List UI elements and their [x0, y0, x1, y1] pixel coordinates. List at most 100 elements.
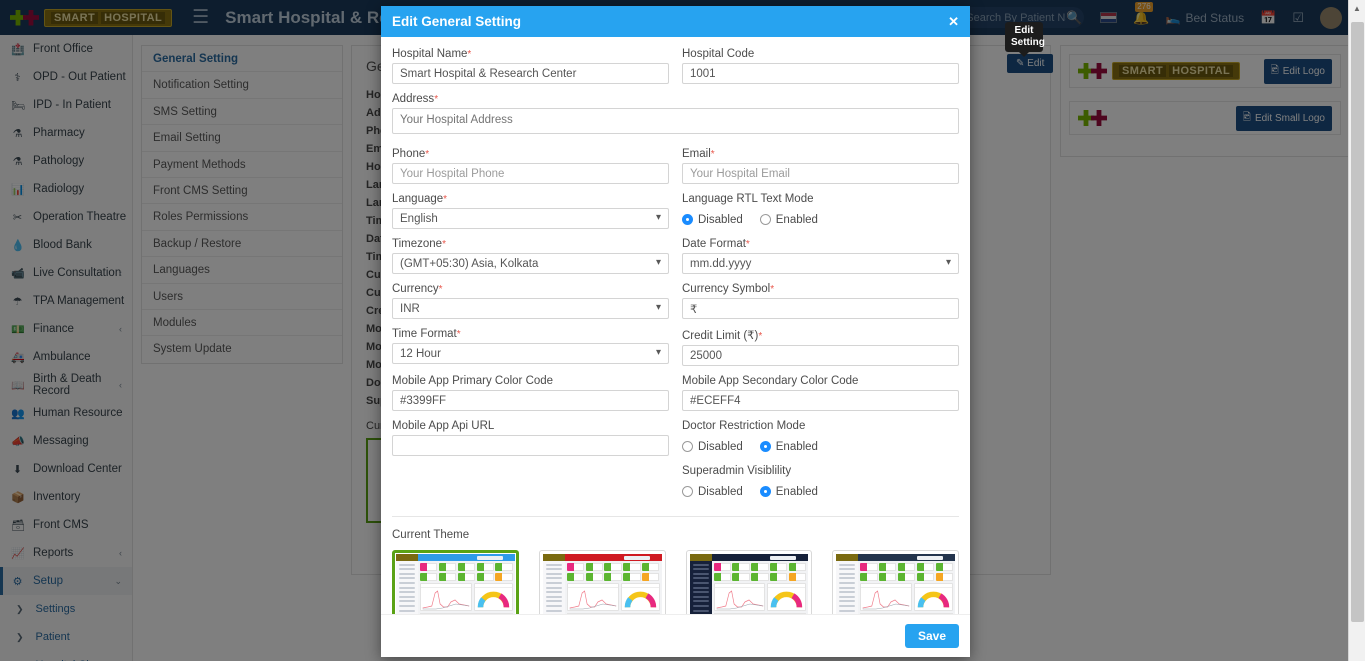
mini-dashboard — [396, 554, 515, 614]
radio-label: Disabled — [698, 440, 743, 453]
mini-tile — [420, 572, 438, 581]
time-format-select[interactable]: 12 Hour — [392, 343, 669, 364]
primary-color-label: Mobile App Primary Color Code — [392, 375, 554, 387]
scroll-up-arrow-icon[interactable]: ▲ — [1349, 0, 1365, 17]
credit-limit-input[interactable] — [682, 345, 959, 366]
required-marker: * — [758, 331, 763, 342]
mini-gauge-chart — [473, 582, 513, 611]
label-text: Credit Limit (₹) — [682, 330, 759, 342]
mini-main — [858, 561, 955, 614]
hospital-code-label: Hospital Code — [682, 48, 959, 60]
mini-topbar — [542, 554, 662, 561]
mini-tile — [495, 572, 513, 581]
radio-superadmin-enabled[interactable]: Enabled — [759, 486, 818, 498]
hospital-name-input[interactable] — [392, 63, 669, 84]
time-format-label: Time Format* — [392, 328, 669, 340]
modal-title: Edit General Setting — [392, 14, 522, 29]
radio-dot-icon — [759, 486, 771, 497]
field-superadmin-visibility: Superadmin Visiblility Disabled Enabled — [682, 465, 959, 501]
language-select[interactable]: English — [392, 208, 669, 229]
radio-superadmin-disabled[interactable]: Disabled — [682, 486, 743, 498]
mini-sidebar — [836, 561, 859, 614]
field-hospital-code: Hospital Code — [682, 48, 959, 84]
mini-sidebar — [396, 561, 418, 614]
radio-rtl-disabled[interactable]: Disabled — [682, 214, 743, 226]
mini-sidebar — [689, 561, 712, 614]
mini-tile — [585, 572, 603, 581]
mini-tile — [770, 572, 788, 581]
mini-tile — [751, 572, 769, 581]
theme-option-theme-red[interactable] — [538, 550, 666, 614]
mini-tile — [457, 572, 476, 581]
radio-label: Enabled — [775, 440, 818, 453]
mini-tile — [935, 563, 953, 571]
mini-tile — [623, 572, 641, 581]
mini-tile — [897, 572, 916, 581]
required-marker: * — [456, 329, 461, 340]
email-input[interactable] — [682, 163, 959, 184]
required-marker: * — [443, 194, 448, 205]
scrollbar-thumb[interactable] — [1351, 22, 1364, 622]
mini-dashboard — [542, 554, 662, 614]
mini-sidebar — [542, 561, 565, 614]
address-label: Address* — [392, 93, 959, 105]
currency-symbol-input[interactable] — [682, 298, 959, 319]
api-url-input[interactable] — [392, 435, 669, 456]
secondary-color-input[interactable] — [682, 390, 959, 411]
mini-tile — [566, 572, 585, 581]
label-text: Hospital Code — [682, 48, 755, 60]
field-language-rtl: Language RTL Text Mode Disabled Enabled — [682, 193, 959, 229]
page-scrollbar[interactable]: ▲ — [1348, 0, 1365, 661]
mini-topbar — [689, 554, 809, 561]
theme-option-theme-dark-navy[interactable] — [685, 550, 813, 614]
mini-tile — [732, 572, 750, 581]
modal-footer: Save — [381, 614, 970, 657]
timezone-select[interactable]: (GMT+05:30) Asia, Kolkata — [392, 253, 669, 274]
save-button[interactable]: Save — [904, 624, 959, 648]
doctor-restriction-radios: Disabled Enabled — [682, 435, 959, 456]
mini-main — [712, 561, 809, 614]
radio-rtl-enabled[interactable]: Enabled — [759, 214, 818, 226]
mini-tile — [713, 563, 731, 571]
mini-tile — [457, 563, 476, 571]
address-textarea[interactable] — [392, 108, 959, 134]
required-marker: * — [467, 49, 472, 60]
field-secondary-color: Mobile App Secondary Color Code — [682, 375, 959, 411]
radio-dot-icon — [759, 214, 771, 225]
required-marker: * — [770, 284, 775, 295]
close-icon[interactable]: ✕ — [948, 14, 959, 30]
language-label: Language* — [392, 193, 669, 205]
mini-tile — [879, 572, 897, 581]
mini-line-chart — [420, 582, 472, 611]
required-marker: * — [710, 149, 715, 160]
currency-select[interactable]: INR — [392, 298, 669, 319]
currency-symbol-label: Currency Symbol* — [682, 283, 959, 295]
superadmin-visibility-radios: Disabled Enabled — [682, 480, 959, 501]
theme-option-theme-blue[interactable] — [392, 550, 519, 614]
radio-label: Disabled — [698, 213, 743, 226]
mini-table — [566, 612, 660, 614]
phone-input[interactable] — [392, 163, 669, 184]
mini-table — [860, 612, 953, 614]
mini-gauge-chart — [767, 582, 807, 611]
field-currency: Currency* INR ▾ — [392, 283, 669, 319]
required-marker: * — [434, 94, 439, 105]
mini-main — [565, 561, 662, 614]
mini-tile — [438, 572, 457, 581]
radio-doctor-enabled[interactable]: Enabled — [759, 440, 818, 453]
radio-dot-icon — [682, 486, 693, 497]
edit-general-setting-modal: Edit General Setting ✕ Hospital Name* Ho… — [381, 6, 970, 657]
section-divider — [392, 516, 959, 517]
mini-dashboard — [689, 554, 809, 614]
primary-color-input[interactable] — [392, 390, 669, 411]
field-hospital-name: Hospital Name* — [392, 48, 669, 84]
language-rtl-label: Language RTL Text Mode — [682, 193, 814, 205]
hospital-code-input[interactable] — [682, 63, 959, 84]
mini-topbar — [836, 554, 955, 561]
mini-tile — [476, 563, 494, 571]
radio-doctor-disabled[interactable]: Disabled — [682, 441, 743, 453]
theme-option-theme-slate[interactable] — [832, 550, 959, 614]
mini-table — [420, 612, 513, 614]
mini-tile — [897, 563, 916, 571]
date-format-select[interactable]: mm.dd.yyyy — [682, 253, 959, 274]
